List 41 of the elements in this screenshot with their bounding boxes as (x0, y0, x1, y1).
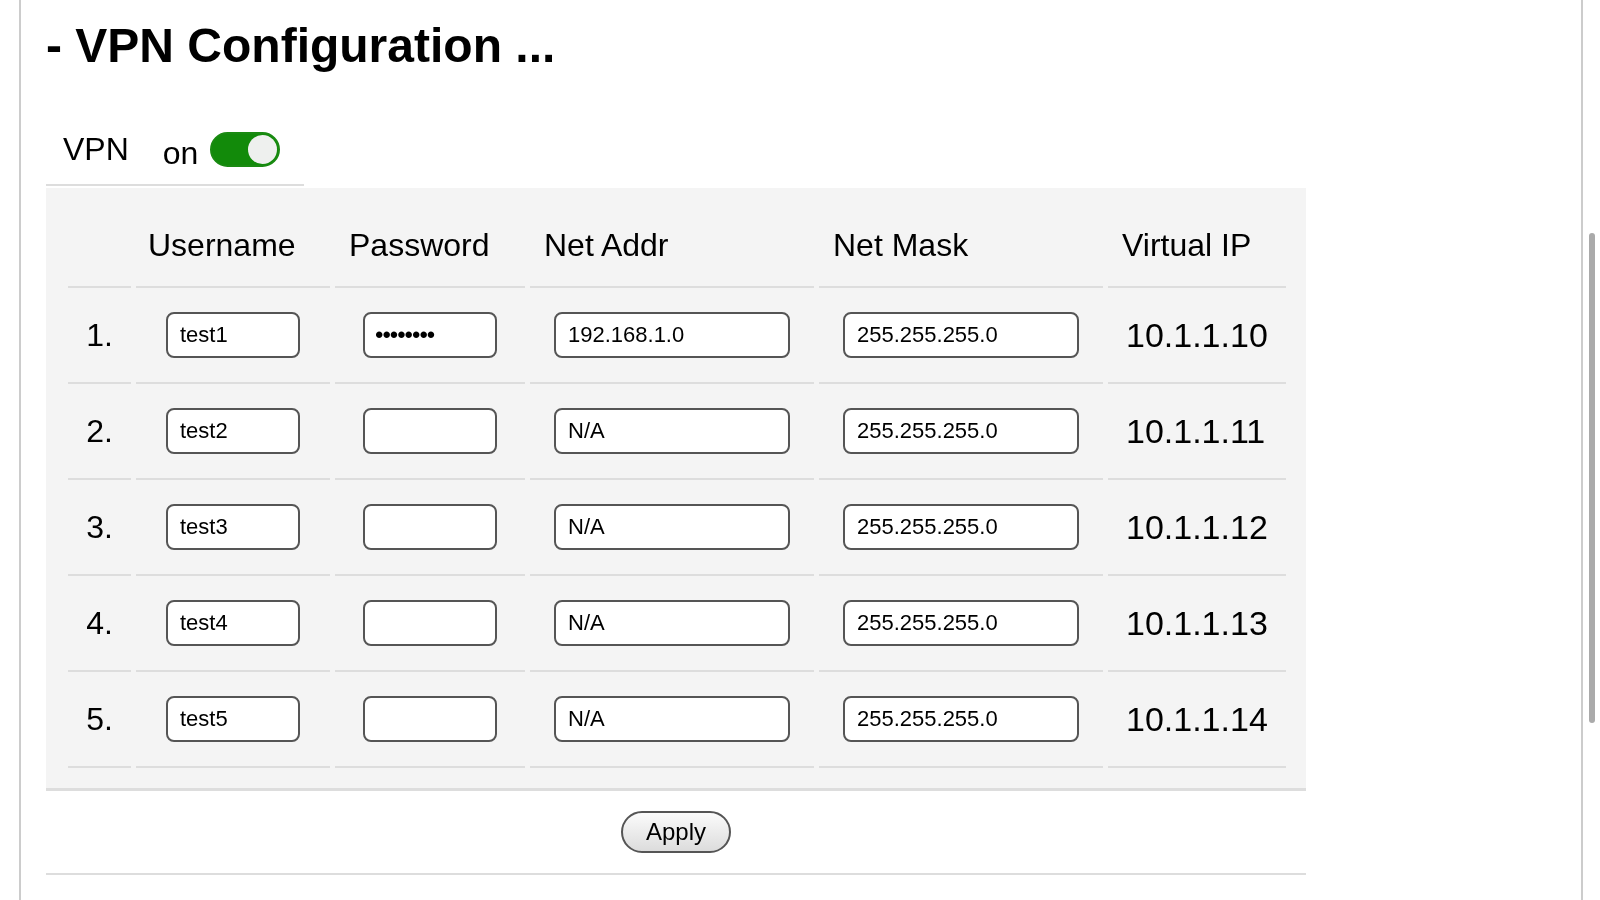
net-mask-field[interactable]: 255.255.255.0 (843, 696, 1079, 742)
net-addr-field[interactable]: 192.168.1.0 (554, 312, 790, 358)
password-field[interactable]: •••••••• (363, 312, 497, 358)
username-field[interactable]: test5 (166, 696, 300, 742)
column-header: Username (148, 227, 296, 264)
row-number: 4. (86, 604, 113, 642)
vpn-state-label: on (162, 134, 199, 172)
password-field[interactable] (363, 600, 497, 646)
net-addr-field[interactable]: N/A (554, 600, 790, 646)
virtual-ip-text: 10.1.1.10 (1126, 315, 1268, 355)
username-field[interactable]: test4 (166, 600, 300, 646)
virtual-ip-text: 10.1.1.13 (1126, 603, 1268, 643)
vpn-label: VPN (63, 130, 129, 168)
net-mask-field[interactable]: 255.255.255.0 (843, 504, 1079, 550)
scrollbar-thumb[interactable] (1589, 233, 1595, 723)
net-addr-field[interactable]: N/A (554, 696, 790, 742)
column-header: Password (349, 227, 490, 264)
row-number: 5. (86, 700, 113, 738)
column-header: Virtual IP (1122, 227, 1252, 264)
password-field[interactable] (363, 408, 497, 454)
virtual-ip-text: 10.1.1.12 (1126, 507, 1268, 547)
row-number: 3. (86, 508, 113, 546)
net-mask-field[interactable]: 255.255.255.0 (843, 312, 1079, 358)
username-field[interactable]: test3 (166, 504, 300, 550)
net-addr-field[interactable]: N/A (554, 504, 790, 550)
column-header: Net Mask (833, 227, 969, 264)
page-title: - VPN Configuration ... (46, 18, 556, 74)
password-field[interactable] (363, 696, 497, 742)
net-mask-field[interactable]: 255.255.255.0 (843, 408, 1079, 454)
row-number: 2. (86, 412, 113, 450)
column-header: Net Addr (544, 227, 669, 264)
apply-button[interactable]: Apply (621, 811, 731, 853)
virtual-ip-text: 10.1.1.14 (1126, 699, 1268, 739)
row-number: 1. (86, 316, 113, 354)
net-addr-field[interactable]: N/A (554, 408, 790, 454)
username-field[interactable]: test1 (166, 312, 300, 358)
username-field[interactable]: test2 (166, 408, 300, 454)
virtual-ip-text: 10.1.1.11 (1126, 411, 1266, 451)
net-mask-field[interactable]: 255.255.255.0 (843, 600, 1079, 646)
password-field[interactable] (363, 504, 497, 550)
vpn-toggle[interactable] (210, 131, 281, 167)
